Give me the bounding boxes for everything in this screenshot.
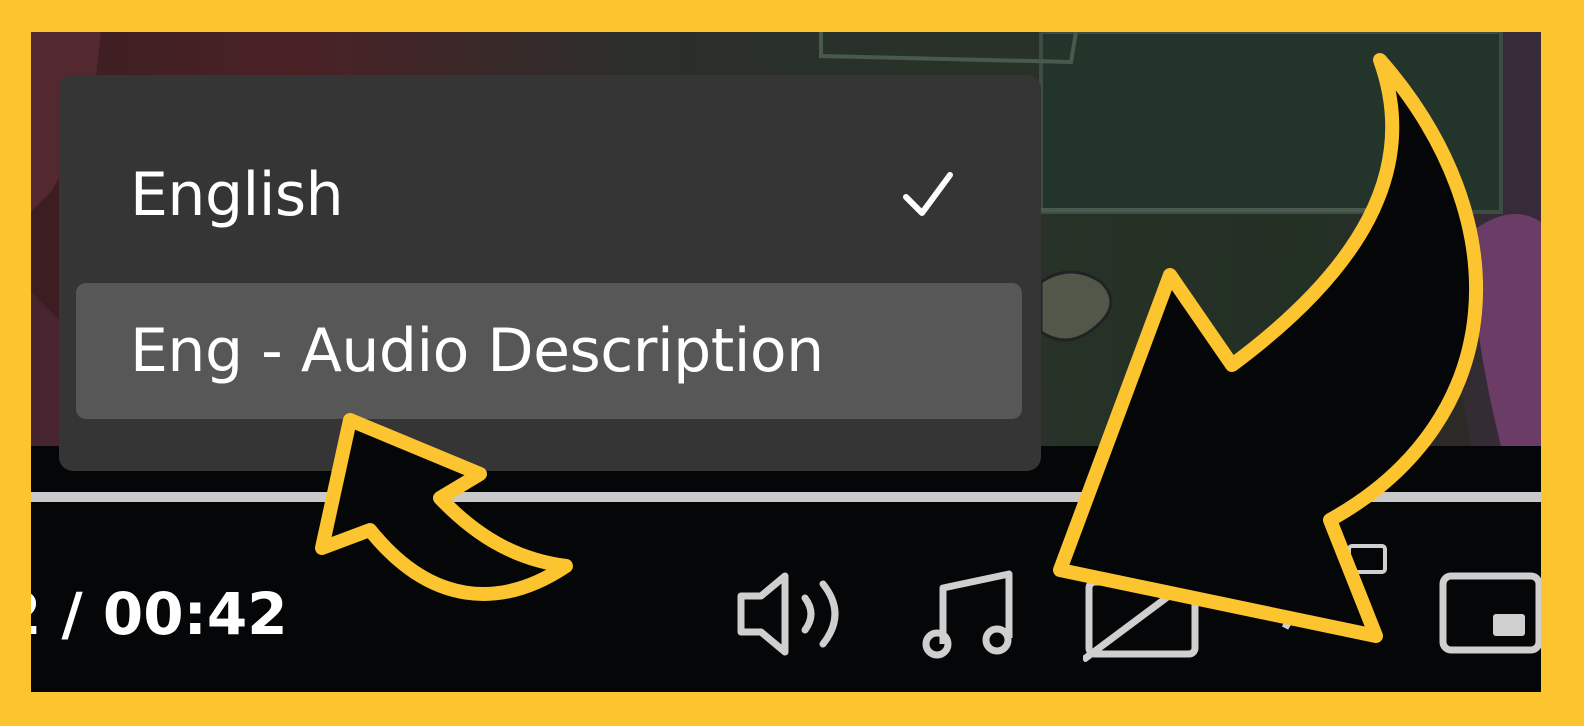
captions-off-icon[interactable] bbox=[1083, 572, 1201, 662]
settings-hd-icon[interactable] bbox=[1275, 598, 1365, 658]
progress-bar[interactable] bbox=[31, 492, 1541, 502]
menu-item-english[interactable]: English bbox=[76, 127, 1022, 263]
miniplayer-icon[interactable] bbox=[1437, 570, 1541, 656]
menu-item-audio-description[interactable]: Eng - Audio Description bbox=[76, 283, 1022, 419]
audio-track-menu: English Eng - Audio Description bbox=[59, 75, 1041, 471]
audio-track-icon[interactable] bbox=[921, 566, 1021, 662]
time-display: 2 / 00:42 bbox=[31, 580, 288, 648]
video-player: 2 / 00:42 English Eng - Audio Descripti bbox=[31, 32, 1541, 692]
volume-icon[interactable] bbox=[735, 568, 859, 660]
hd-badge bbox=[1347, 544, 1387, 574]
menu-item-label: Eng - Audio Description bbox=[130, 316, 824, 386]
check-icon bbox=[903, 172, 953, 216]
menu-item-label: English bbox=[130, 160, 344, 230]
